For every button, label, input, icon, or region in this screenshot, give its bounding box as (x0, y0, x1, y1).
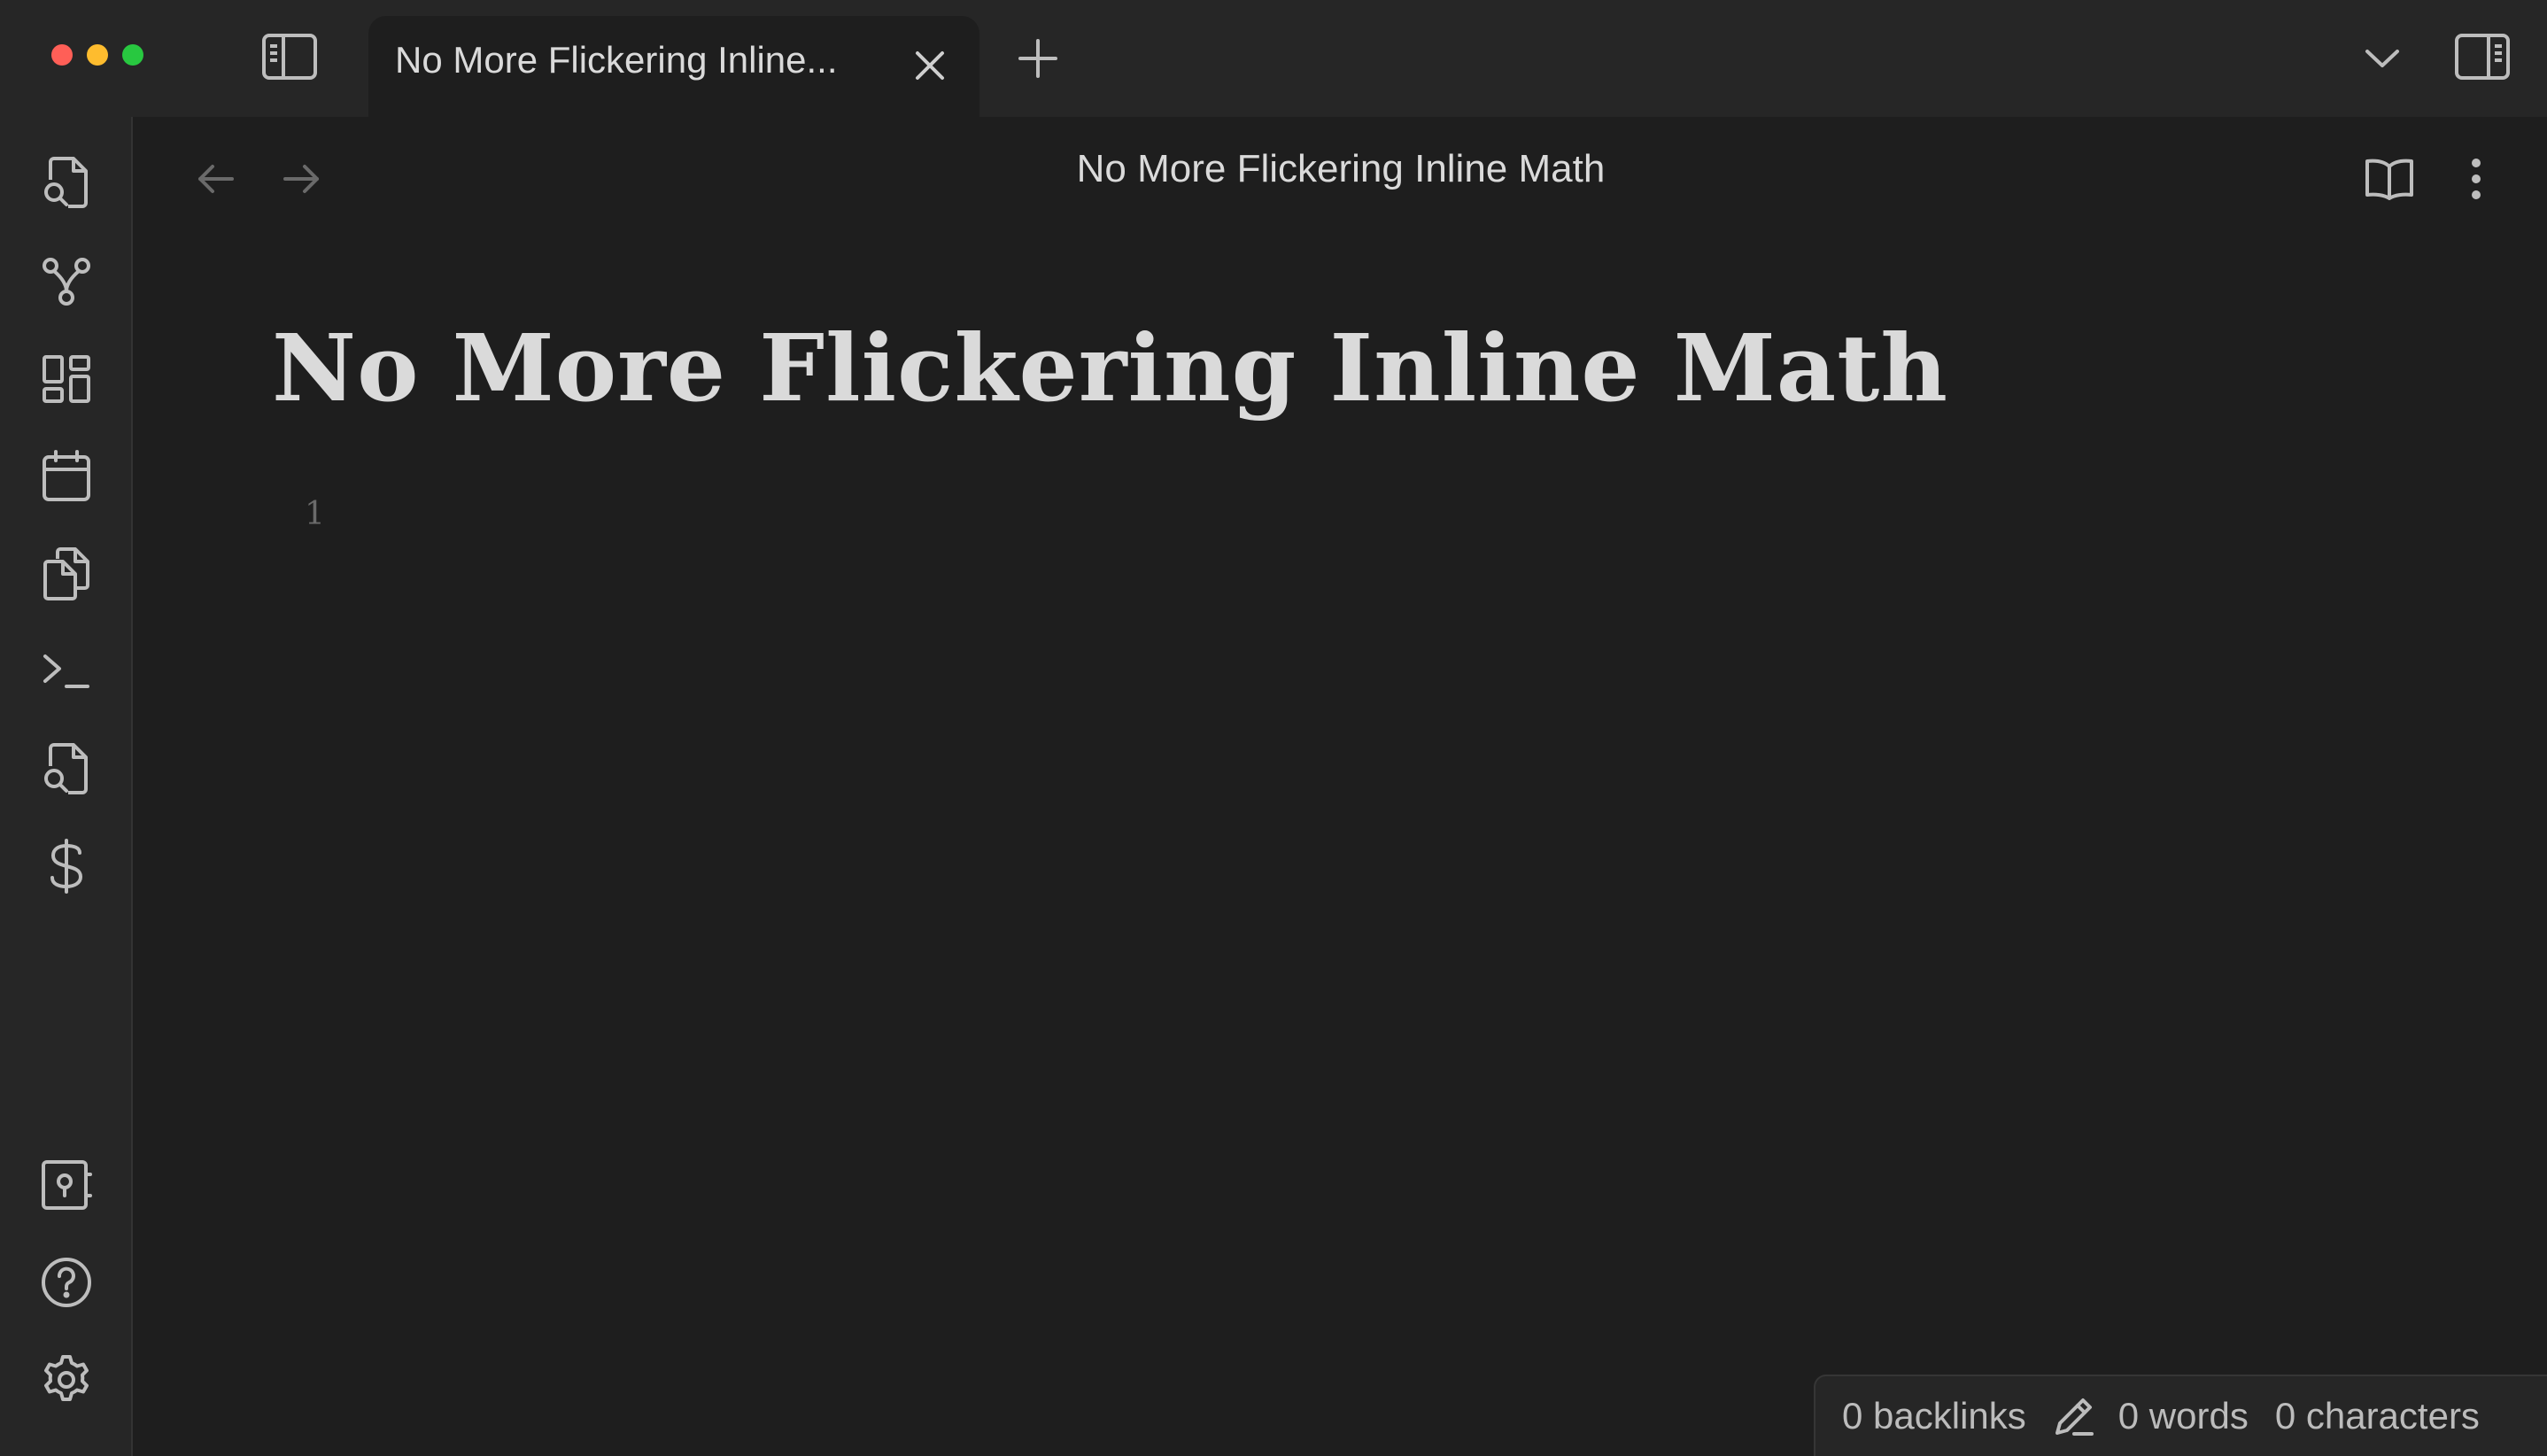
right-sidebar-toggle-icon[interactable] (2450, 28, 2515, 85)
line-number: 1 (305, 496, 325, 532)
tab-title: No More Flickering Inline... (395, 39, 838, 81)
title-bar: No More Flickering Inline... (0, 0, 2547, 117)
dollar-icon[interactable] (33, 833, 100, 900)
file-search-icon[interactable] (33, 149, 100, 216)
copy-icon[interactable] (33, 540, 100, 608)
editor-pane: No More Flickering Inline Math No More F… (135, 117, 2547, 1456)
character-count: 0 characters (2274, 1395, 2480, 1437)
backlinks-count[interactable]: 0 backlinks (1842, 1395, 2026, 1437)
vault-icon[interactable] (33, 1151, 100, 1219)
word-count: 0 words (2117, 1395, 2249, 1437)
more-options-icon[interactable] (2450, 149, 2503, 209)
note-title[interactable]: No More Flickering Inline Math (272, 314, 1948, 422)
terminal-icon[interactable] (33, 638, 100, 705)
tab-list-chevron-down-icon[interactable] (2356, 32, 2409, 85)
edit-pencil-icon[interactable] (2053, 1395, 2095, 1437)
new-tab-icon[interactable] (1010, 30, 1066, 87)
close-window-button[interactable] (51, 44, 73, 66)
settings-icon[interactable] (33, 1346, 100, 1413)
reading-view-book-icon[interactable] (2359, 149, 2419, 209)
zoom-window-button[interactable] (122, 44, 143, 66)
view-header-title[interactable]: No More Flickering Inline Math (135, 147, 2547, 191)
tab-active-note[interactable]: No More Flickering Inline... (368, 16, 979, 117)
left-ribbon (0, 117, 133, 1456)
tab-close-icon[interactable] (903, 39, 956, 92)
status-bar: 0 backlinks 0 words 0 characters (1814, 1375, 2547, 1456)
calendar-icon[interactable] (33, 443, 100, 510)
minimize-window-button[interactable] (87, 44, 108, 66)
dashboard-icon[interactable] (33, 345, 100, 413)
left-sidebar-toggle-icon[interactable] (257, 28, 322, 85)
help-icon[interactable] (33, 1249, 100, 1316)
file-search-icon[interactable] (33, 735, 100, 802)
graph-icon[interactable] (33, 248, 100, 315)
